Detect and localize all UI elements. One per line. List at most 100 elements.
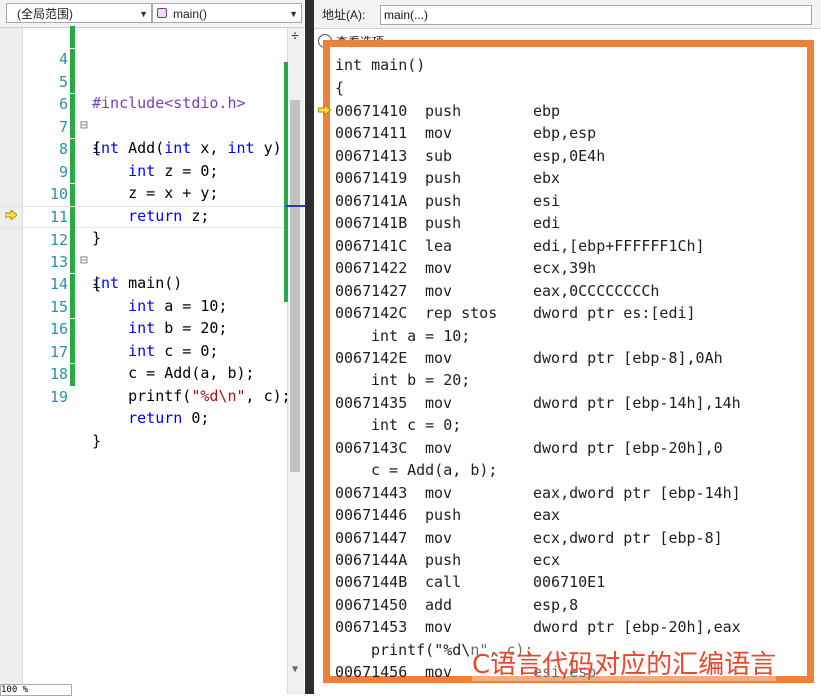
asm-instruction-row[interactable]: 0067144A push ecx [335,549,805,571]
code-text: return 0; [128,409,210,427]
instruction-operands: dword ptr es:[edi] [533,304,696,322]
change-bar [70,274,75,296]
split-window-icon[interactable]: ÷ [288,29,302,45]
change-bar [70,296,75,318]
asm-instruction-row[interactable]: 00671447 mov ecx,dword ptr [ebp-8] [335,527,805,549]
instruction-address: 00671443 [335,484,408,502]
scope-dropdown[interactable]: (全局范围) ▼ [6,3,152,23]
code-line: 5 ⊟ int Add(int x, int y) [0,49,285,157]
instruction-address: 00671446 [335,506,408,524]
instruction-mnemonic: mov [425,484,453,502]
code-line: 4 #include<stdio.h> [0,26,285,112]
instruction-address: 0067141A [335,192,408,210]
instruction-mnemonic: mov [425,394,453,412]
instruction-operands: eax,dword ptr [ebp-14h] [533,484,741,502]
asm-instruction-row[interactable]: 0067143C mov dword ptr [ebp-20h],0 [335,437,805,459]
asm-instruction-row[interactable]: 00671450 add esp,8 [335,594,805,616]
asm-instruction-row[interactable]: 00671453 mov dword ptr [ebp-20h],eax [335,616,805,638]
code-line: 18 return 0; [0,341,285,427]
asm-instruction-row[interactable]: 0067141C lea edi,[ebp+FFFFFF1Ch] [335,235,805,257]
address-input[interactable]: main(...) [380,5,812,25]
asm-instruction-row[interactable]: 00671410 push ebp [335,100,805,122]
asm-instruction-row[interactable]: 0067141A push esi [335,190,805,212]
instruction-mnemonic: mov [425,349,453,367]
chevron-down-icon: ▼ [139,9,148,19]
instruction-operands: 006710E1 [533,573,606,591]
instruction-mnemonic: push [425,169,462,187]
instruction-address: 0067143C [335,439,408,457]
disasm-source-line: c = Add(a, b); [371,461,498,479]
asm-instruction-row[interactable]: 00671427 mov eax,0CCCCCCCCh [335,280,805,302]
code-text: } [92,432,102,450]
instruction-operands: eax,0CCCCCCCCh [533,282,660,300]
instruction-operands: eax [533,506,561,524]
asm-instruction-row[interactable]: 0067141B push edi [335,212,805,234]
asm-instruction-row[interactable]: 00671419 push ebx [335,167,805,189]
function-dropdown-value: main() [173,7,208,21]
instruction-mnemonic: push [425,214,462,232]
instruction-address: 0067142C [335,304,408,322]
instruction-mnemonic: add [425,596,453,614]
current-line-marker [286,205,306,207]
instruction-operands: ecx,39h [533,259,597,277]
change-bar [70,319,75,341]
change-bar [70,94,75,116]
instruction-address: 0067144B [335,573,408,591]
scrollbar-thumb[interactable] [290,100,300,472]
instruction-mnemonic: rep stos [425,304,498,322]
asm-instruction-row[interactable]: 00671446 push eax [335,504,805,526]
asm-instruction-row[interactable]: 00671411 mov ebp,esp [335,122,805,144]
change-bar [70,49,75,71]
instruction-mnemonic: call [425,573,462,591]
disasm-source-line: { [335,79,345,97]
instruction-mnemonic: push [425,102,462,120]
instruction-address: 00671450 [335,596,408,614]
asm-instruction-row[interactable]: 00671422 mov ecx,39h [335,257,805,279]
instruction-operands: ebp [533,102,561,120]
code-line: 6 { [0,71,285,157]
instruction-mnemonic: mov [425,618,453,636]
instruction-mnemonic: sub [425,147,453,165]
asm-instruction-row[interactable]: 00671413 sub esp,0E4h [335,145,805,167]
code-line: 7 int z = 0; [0,94,285,180]
instruction-operands: ecx [533,551,561,569]
instruction-operands: dword ptr [ebp-20h],eax [533,618,741,636]
instruction-operands: esi [533,192,561,210]
asm-instruction-row[interactable]: 0067142C rep stos dword ptr es:[edi] [335,302,805,324]
instruction-address: 0067144A [335,551,408,569]
zoom-level[interactable]: 100 % [0,684,72,696]
instruction-operands: dword ptr [ebp-14h],14h [533,394,741,412]
asm-instruction-row[interactable]: 0067144B call 006710E1 [335,571,805,593]
asm-instruction-row[interactable]: 00671435 mov dword ptr [ebp-14h],14h [335,392,805,414]
instruction-address: 0067141C [335,237,408,255]
instruction-address: 00671413 [335,147,408,165]
disasm-source-line: int main() [335,56,426,74]
change-bar [70,364,75,386]
instruction-mnemonic: mov [425,124,453,142]
scroll-down-arrow-icon[interactable]: ▼ [287,664,303,680]
code-line: 14 int b = 20; [0,251,285,337]
change-bar [70,116,75,138]
function-dropdown[interactable]: main() ▼ [152,3,302,23]
instruction-operands: ebp,esp [533,124,597,142]
instruction-operands: dword ptr [ebp-20h],0 [533,439,723,457]
instruction-mnemonic: mov [425,529,453,547]
instruction-operands: ecx,dword ptr [ebp-8] [533,529,723,547]
change-bar [70,207,75,229]
asm-instruction-row[interactable]: 00671443 mov eax,dword ptr [ebp-14h] [335,482,805,504]
chevron-down-icon: ▼ [289,9,298,19]
scope-dropdown-value: (全局范围) [17,7,73,21]
code-text: printf("%d\n", c); [92,387,291,405]
instruction-address: 0067142E [335,349,408,367]
window-splitter[interactable] [305,0,314,694]
code-line: 10 } [0,161,285,247]
disasm-source-line: int b = 20; [371,371,471,389]
instruction-address: 00671411 [335,124,408,142]
change-bar [70,26,75,48]
change-bar [70,139,75,161]
instruction-operands: ebx [533,169,561,187]
instruction-address: 0067141B [335,214,408,232]
instruction-address: 00671453 [335,618,408,636]
asm-instruction-row[interactable]: 0067142E mov dword ptr [ebp-8],0Ah [335,347,805,369]
change-bar [70,341,75,363]
